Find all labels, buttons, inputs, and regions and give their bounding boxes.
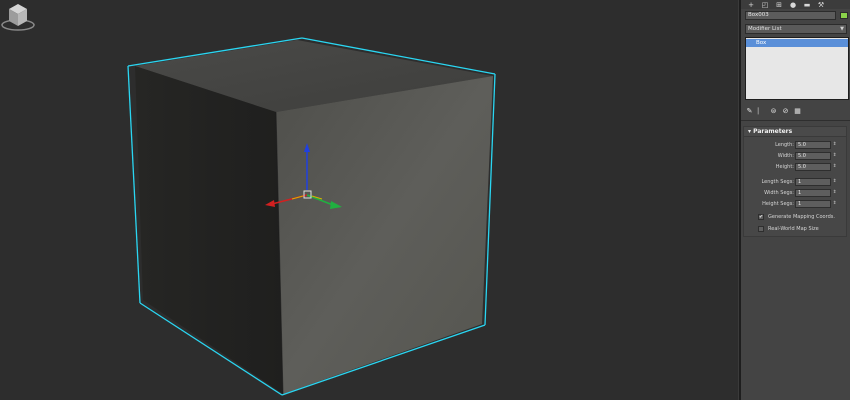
width-row: Width: 5.0 ⇕	[744, 152, 848, 160]
parameters-rollout: Length: 5.0 ⇕ Width: 5.0 ⇕ Height: 5.0 ⇕…	[743, 137, 847, 237]
modify-icon[interactable]: ◰	[760, 1, 770, 9]
height-spinner-icon[interactable]: ⇕	[832, 163, 837, 171]
height-segs-field[interactable]: 1	[795, 200, 831, 208]
stack-toolbar: ✎ ⎸ ⊜ ⊘ ▦	[745, 106, 849, 116]
length-row: Length: 5.0 ⇕	[744, 141, 848, 149]
object-color-swatch[interactable]	[840, 12, 848, 19]
remove-modifier-icon[interactable]: ⊘	[781, 107, 790, 116]
modifier-stack[interactable]: Box	[745, 37, 849, 100]
hierarchy-icon[interactable]: ⊞	[774, 1, 784, 9]
real-world-row: Real-World Map Size	[758, 225, 848, 233]
height-segs-row: Height Segs: 1 ⇕	[744, 200, 848, 208]
length-segs-field[interactable]: 1	[795, 178, 831, 186]
object-name-row: Box003	[745, 11, 848, 20]
viewport-scene	[127, 37, 496, 396]
object-name-field[interactable]: Box003	[745, 11, 836, 20]
utilities-icon[interactable]: ⚒	[816, 1, 826, 9]
length-label: Length:	[775, 142, 794, 148]
show-end-result-icon[interactable]: ⎸	[757, 107, 766, 116]
length-spinner-icon[interactable]: ⇕	[832, 141, 837, 149]
perspective-viewport[interactable]	[0, 0, 738, 400]
create-icon[interactable]: +	[746, 1, 756, 9]
length-segs-row: Length Segs: 1 ⇕	[744, 178, 848, 186]
width-field[interactable]: 5.0	[795, 152, 831, 160]
modifier-list-label: Modifier List	[748, 26, 782, 32]
modifier-list-dropdown[interactable]: Modifier List ▼	[745, 24, 847, 34]
make-unique-icon[interactable]: ⊜	[769, 107, 778, 116]
width-segs-label: Width Segs:	[764, 190, 794, 196]
rollout-title: Parameters	[753, 128, 793, 135]
command-panel: + ◰ ⊞ ● ▬ ⚒ Box003 Modifier List ▼ Box ✎…	[741, 0, 850, 400]
width-spinner-icon[interactable]: ⇕	[832, 152, 837, 160]
real-world-label: Real-World Map Size	[768, 226, 819, 232]
motion-icon[interactable]: ●	[788, 1, 798, 9]
box-left-face	[135, 66, 283, 394]
pin-stack-icon[interactable]: ✎	[745, 107, 754, 116]
width-segs-row: Width Segs: 1 ⇕	[744, 189, 848, 197]
configure-modifier-sets-icon[interactable]: ▦	[793, 107, 802, 116]
command-panel-tabs: + ◰ ⊞ ● ▬ ⚒	[741, 0, 850, 9]
real-world-checkbox[interactable]	[758, 226, 764, 232]
length-segs-label: Length Segs:	[761, 179, 794, 185]
divider	[741, 120, 850, 121]
length-segs-spinner-icon[interactable]: ⇕	[832, 178, 837, 186]
generate-mapping-checkbox[interactable]: ✔	[758, 214, 764, 220]
display-icon[interactable]: ▬	[802, 1, 812, 9]
viewcube-icon[interactable]	[0, 0, 36, 32]
box-right-face	[276, 76, 493, 394]
height-row: Height: 5.0 ⇕	[744, 163, 848, 171]
width-segs-field[interactable]: 1	[795, 189, 831, 197]
length-field[interactable]: 5.0	[795, 141, 831, 149]
width-label: Width:	[777, 153, 794, 159]
parameters-rollout-header[interactable]: ▾ Parameters	[743, 126, 847, 137]
chevron-down-icon: ▼	[840, 26, 844, 32]
height-field[interactable]: 5.0	[795, 163, 831, 171]
stack-item-box[interactable]: Box	[746, 39, 848, 47]
generate-mapping-row: ✔ Generate Mapping Coords.	[758, 213, 848, 221]
height-label: Height:	[775, 164, 794, 170]
width-segs-spinner-icon[interactable]: ⇕	[832, 189, 837, 197]
generate-mapping-label: Generate Mapping Coords.	[768, 214, 835, 220]
height-segs-label: Height Segs:	[762, 201, 794, 207]
height-segs-spinner-icon[interactable]: ⇕	[832, 200, 837, 208]
